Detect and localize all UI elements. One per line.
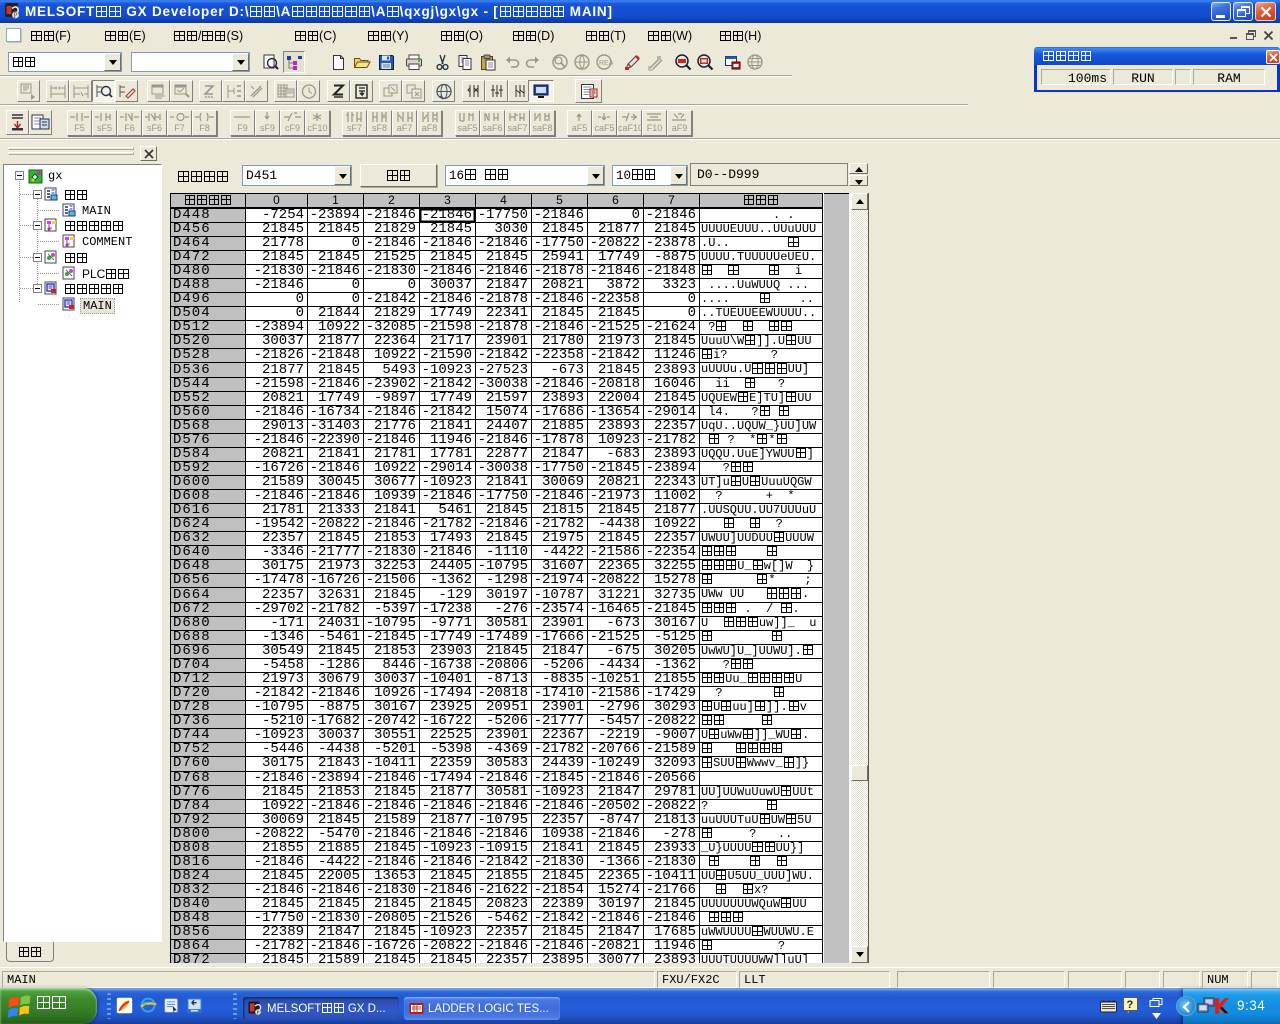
svg-text:P: P xyxy=(14,12,18,20)
svg-text:P: P xyxy=(256,1010,259,1016)
svg-text:REA: REA xyxy=(599,60,613,67)
svg-text:?: ? xyxy=(1127,999,1134,1011)
svg-text:e: e xyxy=(144,1001,148,1011)
